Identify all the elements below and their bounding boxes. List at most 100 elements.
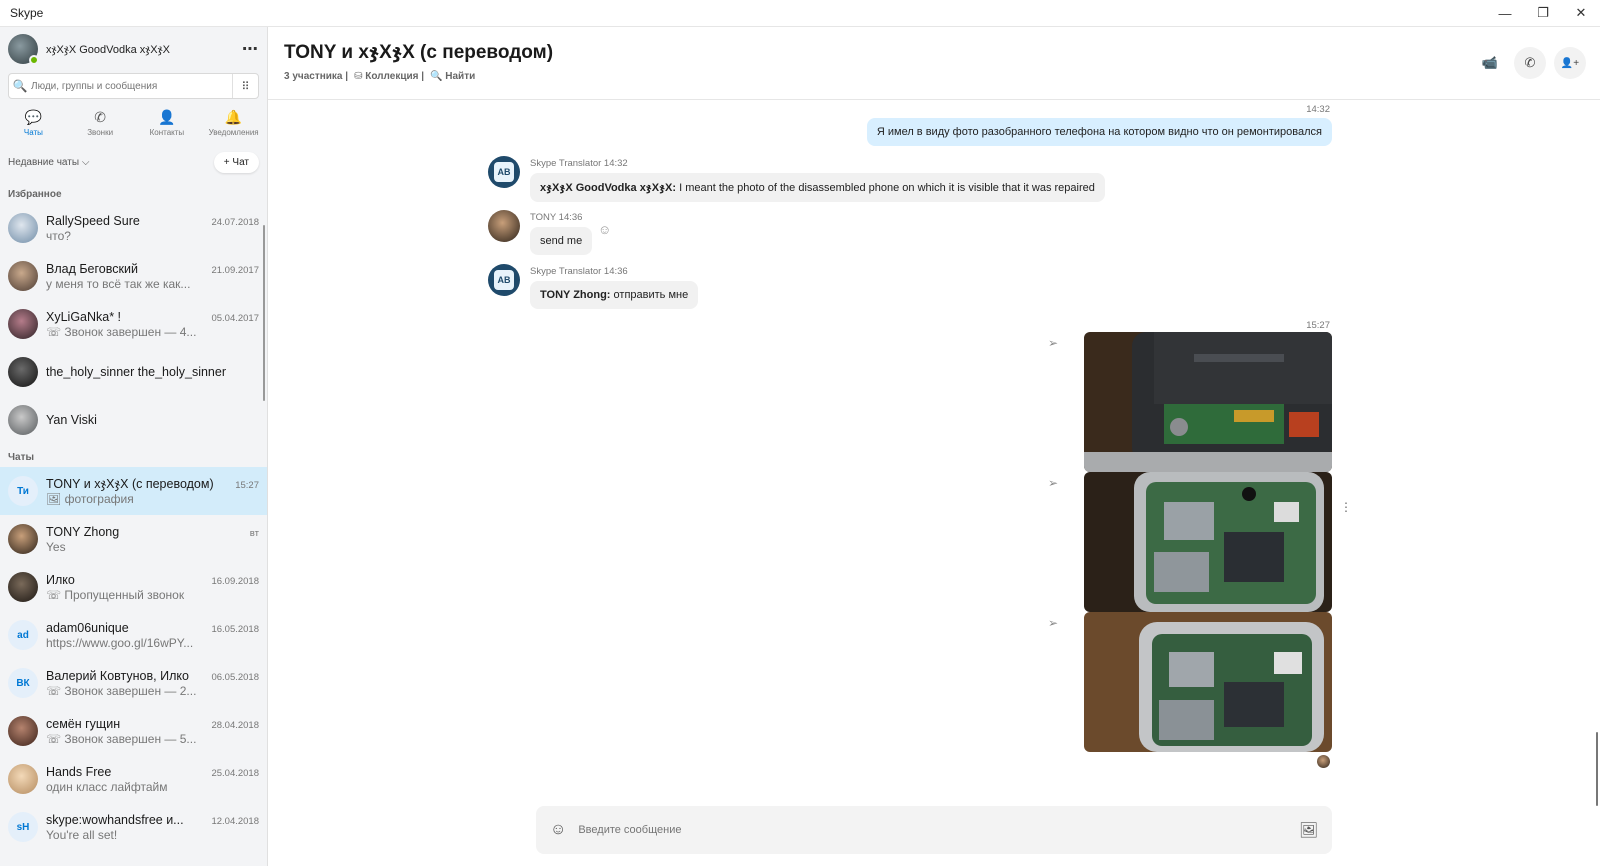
chat-name: RallySpeed Sure xyxy=(46,213,140,228)
avatar xyxy=(8,357,38,387)
video-call-button[interactable]: 📹 xyxy=(1474,47,1506,79)
media-gallery-icon[interactable]: 🖼 xyxy=(1299,821,1318,839)
avatar: ad xyxy=(8,620,38,650)
sent-status-icon: ➢ xyxy=(1048,476,1059,490)
list-item[interactable]: Hands Free 25.04.2018 один класс лайфтай… xyxy=(0,755,267,803)
tab-notifications[interactable]: 🔔 Уведомления xyxy=(200,103,267,143)
list-item[interactable]: ad adam06unique 16.05.2018 https://www.g… xyxy=(0,611,267,659)
list-item[interactable]: TONY Zhong вт Yes xyxy=(0,515,267,563)
dialpad-icon[interactable]: ⠿ xyxy=(232,74,258,98)
chat-name: adam06unique xyxy=(46,620,129,635)
avatar xyxy=(8,261,38,291)
tab-chats[interactable]: 💬 Чаты xyxy=(0,103,67,143)
chat-name: XyLiGaNka* ! xyxy=(46,309,122,324)
tab-calls[interactable]: ✆ Звонки xyxy=(67,103,134,143)
incoming-message[interactable]: send me xyxy=(530,227,593,255)
sent-status-icon: ➢ xyxy=(1048,336,1059,350)
translator-bot-icon: AB xyxy=(494,162,514,182)
chats-label: Чаты xyxy=(8,452,35,463)
chat-preview: что? xyxy=(46,228,71,243)
chat-preview: 🖼 фотография xyxy=(46,492,134,506)
message-input[interactable] xyxy=(578,824,1287,836)
list-item[interactable]: Ти TONY и xჯXჯX (с переводом) 15:27 🖼 фо… xyxy=(0,467,267,515)
photo-attachment[interactable] xyxy=(1084,612,1332,752)
add-reaction-icon[interactable]: ☺ xyxy=(598,222,611,237)
list-item[interactable]: Илко 16.09.2018 ☏ Пропущенный звонок xyxy=(0,563,267,611)
avatar xyxy=(8,716,38,746)
recent-chats-dropdown[interactable]: Недавние чаты ⌵ xyxy=(8,157,89,168)
avatar: sH xyxy=(8,812,38,842)
list-item[interactable]: sH skype:wowhandsfree и... 12.04.2018 Yo… xyxy=(0,803,267,851)
chat-name: the_holy_sinner the_holy_sinner xyxy=(46,365,226,379)
photo-attachment[interactable] xyxy=(1084,332,1332,472)
conversation-title[interactable]: TONY и xჯXჯX (с переводом) xyxy=(284,41,1584,64)
list-item[interactable]: Yan Viski xyxy=(0,396,267,444)
conversation-header: TONY и xჯXჯX (с переводом) 3 участника |… xyxy=(268,27,1600,100)
incoming-message[interactable]: xჯXჯX GoodVodka xჯXჯX: I meant the photo… xyxy=(530,173,1105,202)
phone-icon: ✆ xyxy=(1524,55,1536,70)
chat-date: 25.04.2018 xyxy=(211,767,259,779)
chat-date: 16.09.2018 xyxy=(211,575,259,587)
close-button[interactable]: ✕ xyxy=(1562,0,1600,26)
sidebar: xჯXჯX GoodVodka xჯXჯX ⋯ 🔍 ⠿ 💬 Чаты ✆ Зво… xyxy=(0,27,268,866)
chat-date: 15:27 xyxy=(235,480,259,491)
avatar: AB xyxy=(488,156,520,188)
list-item[interactable]: the_holy_sinner the_holy_sinner xyxy=(0,348,267,396)
list-item[interactable]: XyLiGaNka* ! 05.04.2017 ☏ Звонок заверше… xyxy=(0,300,267,348)
find-link[interactable]: 🔍 Найти xyxy=(430,71,475,82)
recent-chats-header: Недавние чаты ⌵ + Чат xyxy=(0,143,267,181)
tab-label: Звонки xyxy=(87,128,114,137)
participants-link[interactable]: 3 участника | xyxy=(284,71,348,82)
chat-icon: 💬 xyxy=(24,109,43,125)
chat-name: Hands Free xyxy=(46,764,112,779)
avatar xyxy=(8,213,38,243)
avatar: ВК xyxy=(8,668,38,698)
message-options-icon[interactable]: ⋮ xyxy=(1340,500,1352,514)
sidebar-scrollbar[interactable] xyxy=(263,225,265,401)
contacts-icon: 👤 xyxy=(158,109,176,125)
outgoing-message[interactable]: Я имел в виду фото разобранного телефона… xyxy=(866,118,1332,146)
chat-preview: Yes xyxy=(46,539,66,554)
profile-name[interactable]: xჯXჯX GoodVodka xჯXჯX xyxy=(46,43,234,56)
video-icon: 📹 xyxy=(1481,55,1499,70)
photo-attachment[interactable] xyxy=(1084,472,1332,612)
nav-tabs: 💬 Чаты ✆ Звонки 👤 Контакты 🔔 Уведомления xyxy=(0,103,267,143)
maximize-button[interactable]: ❐ xyxy=(1524,0,1562,26)
list-item[interactable]: Влад Беговский 21.09.2017 у меня то всё … xyxy=(0,252,267,300)
conversation-scrollbar[interactable] xyxy=(1596,732,1598,806)
message-sender: Skype Translator 14:36 xyxy=(530,266,628,277)
list-item[interactable]: ВК Валерий Ковтунов, Илко 06.05.2018 ☏ З… xyxy=(0,659,267,707)
collection-link[interactable]: ⛁ Коллекция | xyxy=(354,71,424,82)
new-chat-button[interactable]: + Чат xyxy=(213,151,259,173)
list-item[interactable]: семён гущин 28.04.2018 ☏ Звонок завершен… xyxy=(0,707,267,755)
chat-preview: ☏ Звонок завершен — 4... xyxy=(46,324,197,339)
message-sender: Skype Translator 14:32 xyxy=(530,158,628,169)
avatar xyxy=(488,210,520,242)
tab-label: Уведомления xyxy=(208,128,259,137)
profile-avatar[interactable] xyxy=(8,34,39,65)
title-bar: Skype — ❐ ✕ xyxy=(0,0,1600,27)
search-input[interactable] xyxy=(31,80,232,92)
profile-bar: xჯXჯX GoodVodka xჯXჯX ⋯ xyxy=(0,27,267,71)
chat-date: 24.07.2018 xyxy=(211,216,259,228)
online-status-icon xyxy=(29,55,39,65)
app-title: Skype xyxy=(10,6,44,20)
more-options-icon[interactable]: ⋯ xyxy=(242,39,259,59)
chat-date: 05.04.2017 xyxy=(211,312,259,324)
minimize-button[interactable]: — xyxy=(1486,0,1524,26)
chat-preview: ☏ Пропущенный звонок xyxy=(46,587,185,602)
read-receipt-avatar xyxy=(1317,755,1330,768)
incoming-message[interactable]: TONY Zhong: отправить мне xyxy=(530,281,699,309)
search-box[interactable]: 🔍 ⠿ xyxy=(8,73,259,99)
sent-status-icon: ➢ xyxy=(1048,616,1059,630)
bell-icon: 🔔 xyxy=(224,109,243,125)
audio-call-button[interactable]: ✆ xyxy=(1514,47,1546,79)
chat-name: Влад Беговский xyxy=(46,261,138,276)
add-people-button[interactable]: 👤+ xyxy=(1554,47,1586,79)
tab-contacts[interactable]: 👤 Контакты xyxy=(134,103,201,143)
emoji-icon[interactable]: ☺ xyxy=(550,821,566,839)
chat-preview: у меня то всё так же как... xyxy=(46,276,191,291)
chat-preview: ☏ Звонок завершен — 5... xyxy=(46,731,197,746)
list-item[interactable]: RallySpeed Sure 24.07.2018 что? xyxy=(0,204,267,252)
chat-name: Валерий Ковтунов, Илко xyxy=(46,668,189,683)
